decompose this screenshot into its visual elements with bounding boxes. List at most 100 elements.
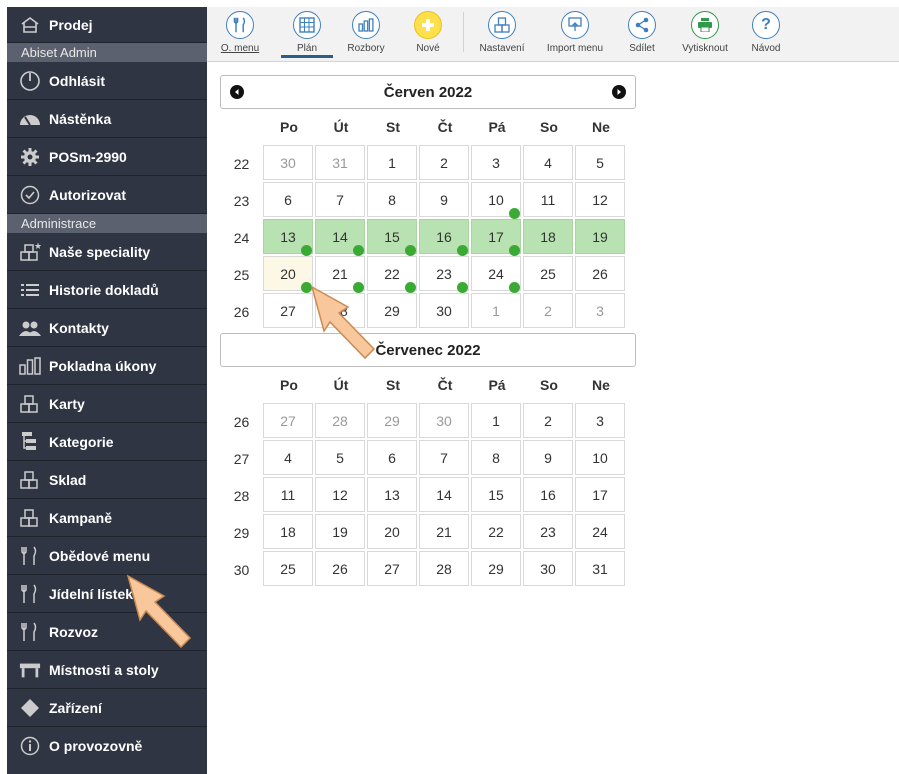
calendar-day[interactable]: 17 bbox=[575, 477, 625, 512]
calendar-day[interactable]: 1 bbox=[367, 145, 417, 180]
calendar-day[interactable]: 3 bbox=[575, 403, 625, 438]
sidebar-item-posm[interactable]: POSm-2990 bbox=[7, 138, 207, 176]
calendar-day[interactable]: 18 bbox=[523, 219, 573, 254]
calendar-day[interactable]: 6 bbox=[263, 182, 313, 217]
sidebar-item-pokladna-ukony[interactable]: Pokladna úkony bbox=[7, 347, 207, 385]
weekday-header: So bbox=[540, 377, 558, 393]
calendar-day[interactable]: 19 bbox=[575, 219, 625, 254]
sidebar-item-karty[interactable]: Karty bbox=[7, 385, 207, 423]
calendar-day[interactable]: 25 bbox=[263, 551, 313, 586]
calendar-day[interactable]: 3 bbox=[471, 145, 521, 180]
plus-icon bbox=[414, 11, 442, 39]
calendar-day[interactable]: 13 bbox=[263, 219, 313, 256]
toolbar-sdilet-button[interactable]: Sdílet bbox=[620, 7, 664, 58]
calendar-day[interactable]: 4 bbox=[523, 145, 573, 180]
calendar-day[interactable]: 30 bbox=[419, 403, 469, 438]
calendar-day[interactable]: 31 bbox=[575, 551, 625, 586]
toolbar-plan-button[interactable]: Plán bbox=[281, 7, 333, 58]
calendar-day[interactable]: 5 bbox=[575, 145, 625, 180]
calendar-day[interactable]: 13 bbox=[367, 477, 417, 512]
calendar-day[interactable]: 14 bbox=[315, 219, 365, 256]
sidebar-item-nastenka[interactable]: Nástěnka bbox=[7, 100, 207, 138]
calendar-day[interactable]: 27 bbox=[263, 403, 313, 438]
calendar-day[interactable]: 14 bbox=[419, 477, 469, 512]
calendar-day[interactable]: 6 bbox=[367, 440, 417, 475]
toolbar-nove-button[interactable]: Nové bbox=[403, 7, 453, 58]
sidebar-item-kategorie[interactable]: Kategorie bbox=[7, 423, 207, 461]
calendar-day[interactable]: 24 bbox=[575, 514, 625, 549]
next-month-button[interactable] bbox=[612, 85, 626, 99]
day-number: 2 bbox=[440, 154, 448, 171]
calendar-day[interactable]: 2 bbox=[523, 293, 573, 328]
calendar-day[interactable]: 4 bbox=[263, 440, 313, 475]
sidebar-item-obedove-menu[interactable]: Obědové menu bbox=[7, 537, 207, 575]
sidebar-item-label: Odhlásit bbox=[49, 72, 106, 89]
sidebar-item-o-provozovne[interactable]: O provozovně bbox=[7, 727, 207, 765]
sidebar-item-odhlasit[interactable]: Odhlásit bbox=[7, 62, 207, 100]
calendar-day[interactable]: 11 bbox=[263, 477, 313, 512]
calendar-day[interactable]: 23 bbox=[523, 514, 573, 549]
calendar-day[interactable]: 8 bbox=[471, 440, 521, 475]
sidebar-item-kontakty[interactable]: Kontakty bbox=[7, 309, 207, 347]
calendar-day[interactable]: 21 bbox=[419, 514, 469, 549]
calendar-day[interactable]: 24 bbox=[471, 256, 521, 293]
calendar-day[interactable]: 23 bbox=[419, 256, 469, 293]
calendar-day[interactable]: 10 bbox=[471, 182, 521, 219]
calendar-day[interactable]: 29 bbox=[367, 403, 417, 438]
calendar-day[interactable]: 30 bbox=[263, 145, 313, 180]
sidebar-item-nase-speciality[interactable]: ★ Naše speciality bbox=[7, 233, 207, 271]
calendar-day[interactable]: 28 bbox=[315, 403, 365, 438]
calendar-day[interactable]: 25 bbox=[523, 256, 573, 291]
calendar-day[interactable]: 18 bbox=[263, 514, 313, 549]
calendar-day[interactable]: 27 bbox=[367, 551, 417, 586]
calendar-day[interactable]: 7 bbox=[315, 182, 365, 217]
calendar-day[interactable]: 22 bbox=[471, 514, 521, 549]
calendar-day[interactable]: 10 bbox=[575, 440, 625, 475]
calendar-day[interactable]: 11 bbox=[523, 182, 573, 217]
sidebar-item-autorizovat[interactable]: Autorizovat bbox=[7, 176, 207, 214]
calendar-day[interactable]: 5 bbox=[315, 440, 365, 475]
calendar-day[interactable]: 30 bbox=[523, 551, 573, 586]
calendar-day[interactable]: 1 bbox=[471, 293, 521, 328]
sidebar-item-zarizeni[interactable]: Zařízení bbox=[7, 689, 207, 727]
calendar-day[interactable]: 26 bbox=[575, 256, 625, 291]
calendar-day[interactable]: 20 bbox=[367, 514, 417, 549]
calendar-day[interactable]: 15 bbox=[367, 219, 417, 256]
calendar-day[interactable]: 29 bbox=[471, 551, 521, 586]
calendar-day[interactable]: 2 bbox=[419, 145, 469, 180]
calendar-day[interactable]: 20 bbox=[263, 256, 313, 293]
sidebar-item-prodej[interactable]: Prodej bbox=[7, 7, 207, 43]
calendar-day[interactable]: 27 bbox=[263, 293, 313, 328]
calendar-day[interactable]: 17 bbox=[471, 219, 521, 256]
calendar-day[interactable]: 12 bbox=[575, 182, 625, 217]
calendar-day[interactable]: 12 bbox=[315, 477, 365, 512]
calendar-day[interactable]: 8 bbox=[367, 182, 417, 217]
calendar-day[interactable]: 9 bbox=[419, 182, 469, 217]
toolbar-o-menu-button[interactable]: O. menu bbox=[215, 7, 265, 58]
toolbar-navod-button[interactable]: ? Návod bbox=[746, 7, 786, 58]
calendar-day[interactable]: 26 bbox=[315, 551, 365, 586]
weekday-header: Út bbox=[333, 377, 349, 393]
sidebar-item-kampane[interactable]: Kampaně bbox=[7, 499, 207, 537]
calendar-day[interactable]: 30 bbox=[419, 293, 469, 328]
calendar-day[interactable]: 3 bbox=[575, 293, 625, 328]
sidebar-item-mistnosti-a-stoly[interactable]: Místnosti a stoly bbox=[7, 651, 207, 689]
calendar-day[interactable]: 16 bbox=[523, 477, 573, 512]
calendar-day[interactable]: 16 bbox=[419, 219, 469, 256]
toolbar-vytisknout-button[interactable]: Vytisknout bbox=[676, 7, 734, 58]
calendar-day[interactable]: 7 bbox=[419, 440, 469, 475]
calendar-day[interactable]: 1 bbox=[471, 403, 521, 438]
prev-month-button[interactable] bbox=[230, 85, 244, 99]
calendar-day[interactable]: 31 bbox=[315, 145, 365, 180]
sidebar-item-label: Autorizovat bbox=[49, 186, 126, 203]
calendar-day[interactable]: 19 bbox=[315, 514, 365, 549]
calendar-day[interactable]: 28 bbox=[419, 551, 469, 586]
calendar-day[interactable]: 15 bbox=[471, 477, 521, 512]
sidebar-item-sklad[interactable]: Sklad bbox=[7, 461, 207, 499]
toolbar-import-menu-button[interactable]: Import menu bbox=[542, 7, 608, 58]
sidebar-item-historie-dokladu[interactable]: Historie dokladů bbox=[7, 271, 207, 309]
calendar-day[interactable]: 2 bbox=[523, 403, 573, 438]
toolbar-rozbory-button[interactable]: Rozbory bbox=[341, 7, 391, 58]
toolbar-nastaveni-button[interactable]: Nastavení bbox=[474, 7, 530, 58]
calendar-day[interactable]: 9 bbox=[523, 440, 573, 475]
